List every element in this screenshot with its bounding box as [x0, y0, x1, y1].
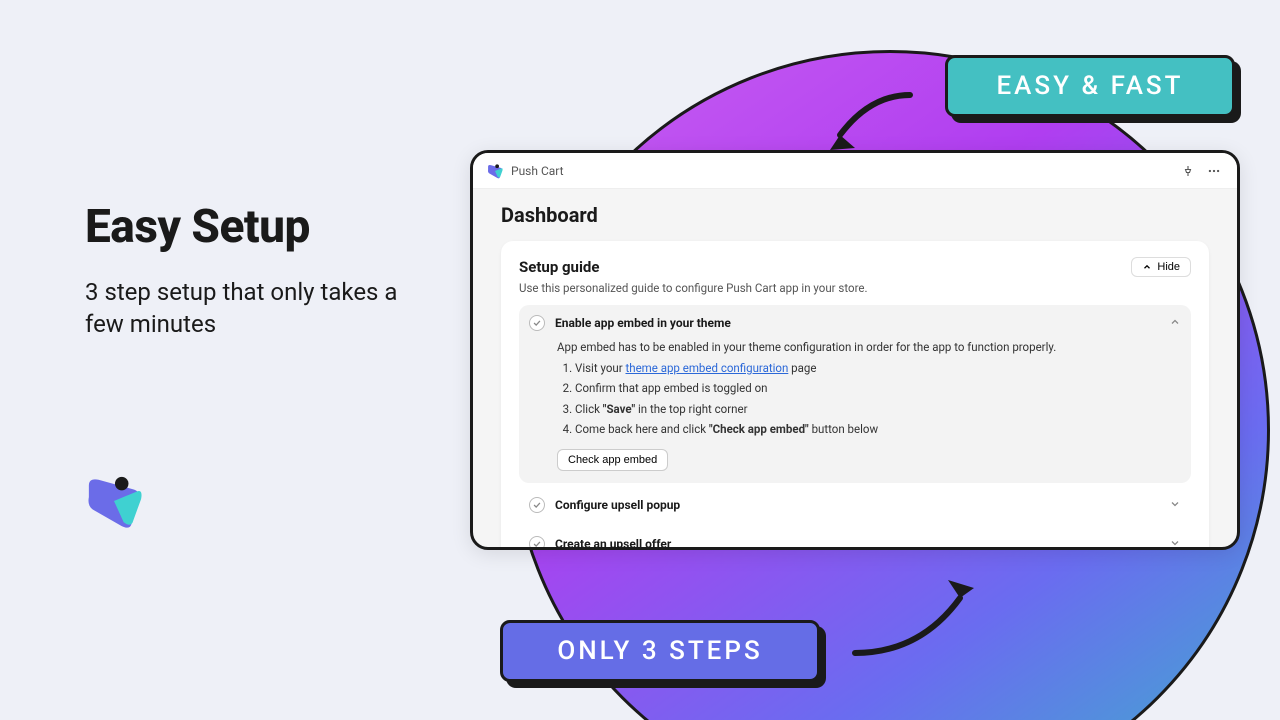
step-1-header[interactable]: Enable app embed in your theme [529, 313, 1181, 332]
step-1-li-3: Click "Save" in the top right corner [575, 401, 1181, 418]
check-icon [529, 315, 545, 331]
pin-icon[interactable] [1179, 162, 1197, 180]
setup-step-1: Enable app embed in your theme App embed… [519, 305, 1191, 483]
setup-step-3: Create an upsell offer [519, 526, 1191, 550]
callout-label: ONLY 3 STEPS [557, 636, 762, 666]
setup-step-2: Configure upsell popup [519, 487, 1191, 522]
callout-label: EASY & FAST [996, 71, 1183, 101]
more-icon[interactable] [1205, 162, 1223, 180]
theme-config-link[interactable]: theme app embed configuration [625, 361, 788, 375]
hide-label: Hide [1157, 261, 1180, 273]
hide-button[interactable]: Hide [1131, 257, 1191, 277]
step-1-title: Enable app embed in your theme [555, 316, 1159, 330]
marketing-block: Easy Setup 3 step setup that only takes … [85, 200, 425, 341]
app-logo-icon [487, 163, 503, 179]
marketing-subhead: 3 step setup that only takes a few minut… [85, 276, 425, 341]
step-1-desc: App embed has to be enabled in your them… [557, 340, 1181, 354]
step-3-title: Create an upsell offer [555, 537, 1159, 551]
chevron-up-icon [1142, 262, 1152, 272]
setup-guide-card: Setup guide Hide Use this personalized g… [501, 241, 1209, 550]
app-window: Push Cart Dashboard Setup guide Hide Use… [470, 150, 1240, 550]
step-2-title: Configure upsell popup [555, 498, 1159, 512]
app-name: Push Cart [511, 164, 564, 178]
step-1-body: App embed has to be enabled in your them… [557, 340, 1181, 471]
check-icon [529, 497, 545, 513]
app-body: Dashboard Setup guide Hide Use this pers… [473, 189, 1237, 550]
marketing-headline: Easy Setup [85, 200, 425, 254]
arrow-bottom-icon [850, 558, 990, 658]
step-3-header[interactable]: Create an upsell offer [529, 534, 1181, 550]
app-titlebar: Push Cart [473, 153, 1237, 189]
chevron-down-icon [1169, 495, 1181, 514]
step-2-header[interactable]: Configure upsell popup [529, 495, 1181, 514]
card-title: Setup guide [519, 258, 599, 276]
step-1-li-4: Come back here and click "Check app embe… [575, 421, 1181, 438]
callout-only-3-steps: ONLY 3 STEPS [500, 620, 820, 682]
card-subtitle: Use this personalized guide to configure… [519, 281, 1191, 295]
callout-easy-fast: EASY & FAST [945, 55, 1235, 117]
page-title: Dashboard [501, 203, 1209, 227]
brand-logo [85, 472, 143, 530]
check-icon [529, 536, 545, 551]
step-1-li-2: Confirm that app embed is toggled on [575, 380, 1181, 397]
chevron-down-icon [1169, 534, 1181, 550]
check-app-embed-button[interactable]: Check app embed [557, 449, 668, 471]
step-1-li-1: Visit your theme app embed configuration… [575, 360, 1181, 377]
chevron-up-icon [1169, 313, 1181, 332]
